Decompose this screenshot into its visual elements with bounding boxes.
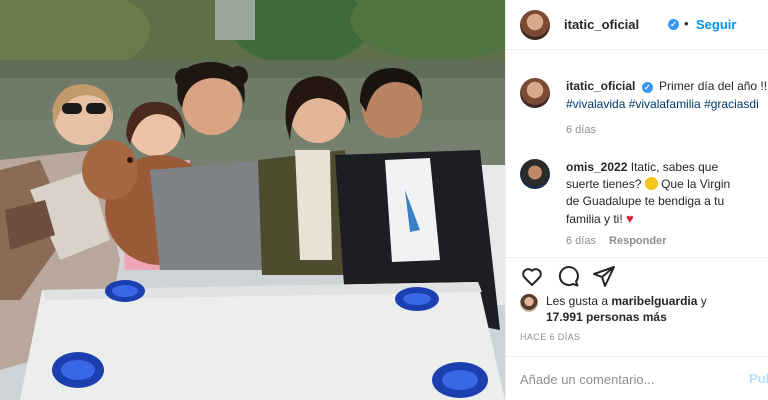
commenter-username[interactable]: omis_2022 <box>566 160 627 174</box>
family-boat-photo <box>0 0 505 400</box>
instagram-post: itatic_oficial ✓ • Seguir itatic_oficial… <box>0 0 768 400</box>
likes-user[interactable]: maribelguardia <box>611 294 697 308</box>
post-actions: Les gusta a maribelguardia y 17.991 pers… <box>506 257 768 355</box>
caption-time[interactable]: 6 días <box>566 124 596 136</box>
commenter-avatar[interactable] <box>520 159 550 189</box>
header-separator: • <box>684 16 689 31</box>
boat-table <box>20 280 505 400</box>
caption-avatar[interactable] <box>520 78 550 108</box>
likes-prefix: Les gusta a <box>546 294 609 308</box>
caption-username[interactable]: itatic_oficial <box>566 79 635 93</box>
heart-emoji-icon: ♥ <box>626 211 634 226</box>
caption-line: itatic_oficial ✓ Primer día del año !!! <box>566 78 768 95</box>
caption-hashtags[interactable]: #vivalavida #vivalafamilia #graciasdi <box>566 96 759 112</box>
smile-emoji-icon <box>644 177 658 190</box>
comment-bubble-icon[interactable] <box>556 264 580 288</box>
follow-button[interactable]: Seguir <box>696 17 736 32</box>
comment-text-3: Que la Virgin <box>661 177 731 191</box>
comment-meta: 6 días Responder <box>566 235 667 247</box>
comment-text-1: Itatic, sabes que <box>630 160 719 174</box>
post-photo[interactable] <box>0 0 505 400</box>
post-comment-button[interactable]: Pub <box>749 371 768 386</box>
reply-button[interactable]: Responder <box>609 235 666 247</box>
comment-text-2: suerte tienes? <box>566 177 642 191</box>
caption-verified-icon: ✓ <box>641 82 653 93</box>
add-comment-input[interactable] <box>520 369 735 389</box>
author-username[interactable]: itatic_oficial <box>564 17 639 32</box>
caption-text: Primer día del año !!! <box>659 79 768 93</box>
post-side-panel: itatic_oficial ✓ • Seguir itatic_oficial… <box>505 0 768 400</box>
like-heart-icon[interactable] <box>520 264 544 288</box>
likes-line-2: 17.991 personas más <box>546 309 667 325</box>
comment-time[interactable]: 6 días <box>566 235 596 247</box>
add-comment-bar: Pub <box>506 356 768 400</box>
liker-avatar[interactable] <box>520 294 538 312</box>
post-time[interactable]: HACE 6 DÍAS <box>520 332 580 342</box>
likes-line-1: Les gusta a maribelguardia y <box>546 293 707 309</box>
comment-text-5: familia y ti! <box>566 212 623 226</box>
comment-body: omis_2022 Itatic, sabes que suerte tiene… <box>566 159 761 228</box>
share-send-icon[interactable] <box>592 264 616 288</box>
author-avatar[interactable] <box>520 10 550 40</box>
likes-connector: y <box>700 294 707 308</box>
post-header: itatic_oficial ✓ • Seguir <box>506 0 768 50</box>
comments-list[interactable]: itatic_oficial ✓ Primer día del año !!! … <box>506 51 768 257</box>
verified-badge-icon: ✓ <box>668 19 679 30</box>
likes-count[interactable]: 17.991 personas más <box>546 310 667 324</box>
comment-text-4: de Guadalupe te bendiga a tu <box>566 194 725 208</box>
